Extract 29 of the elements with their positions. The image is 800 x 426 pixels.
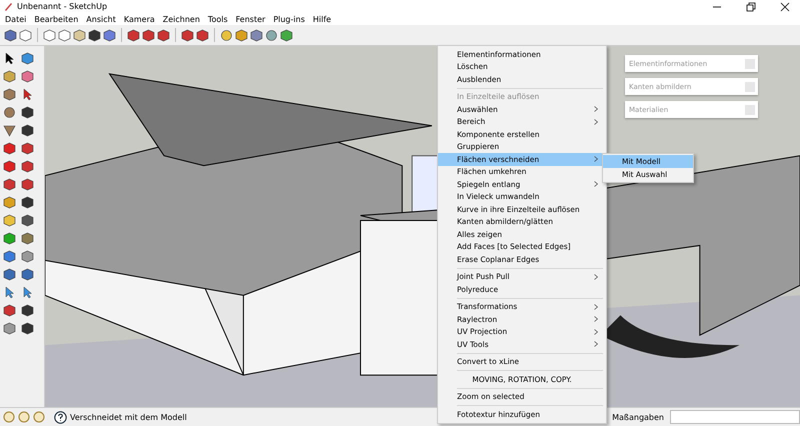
ring-icon[interactable] <box>265 28 278 42</box>
measurements-field[interactable] <box>670 410 800 424</box>
menu-item[interactable]: Fenster <box>232 14 270 24</box>
cube-icon[interactable] <box>103 28 116 42</box>
cube-icon[interactable] <box>43 28 56 42</box>
menu-item[interactable]: Plug-ins <box>270 14 310 24</box>
cube-icon[interactable] <box>73 28 86 42</box>
measurements-label: Maßangaben <box>612 412 664 422</box>
menu-item[interactable]: Kamera <box>120 14 160 24</box>
triangle-icon[interactable] <box>3 124 16 137</box>
window-title: Unbenannt - SketchUp <box>17 2 108 11</box>
arrow-icon[interactable] <box>3 52 16 65</box>
cube-icon[interactable] <box>21 52 34 65</box>
circle-icon[interactable] <box>3 106 16 119</box>
menu-item[interactable]: Datei <box>2 14 32 24</box>
arrow-icon[interactable] <box>3 286 16 299</box>
menu-item[interactable]: Ansicht <box>83 14 121 24</box>
menu-item[interactable]: Bearbeiten <box>31 14 84 24</box>
menu-item[interactable]: Zeichnen <box>160 14 205 24</box>
cube-icon[interactable] <box>19 28 32 42</box>
app-logo-icon <box>4 2 13 11</box>
menu-item[interactable]: Tools <box>204 14 233 24</box>
cube-icon[interactable] <box>58 28 71 42</box>
cube-icon[interactable] <box>4 28 17 42</box>
arrow-icon[interactable] <box>21 286 34 299</box>
cube-icon[interactable] <box>88 28 101 42</box>
status-message: Verschneidet mit dem Modell <box>70 412 187 422</box>
help-icon[interactable] <box>54 410 67 424</box>
menu-item[interactable]: Hilfe <box>310 14 336 24</box>
